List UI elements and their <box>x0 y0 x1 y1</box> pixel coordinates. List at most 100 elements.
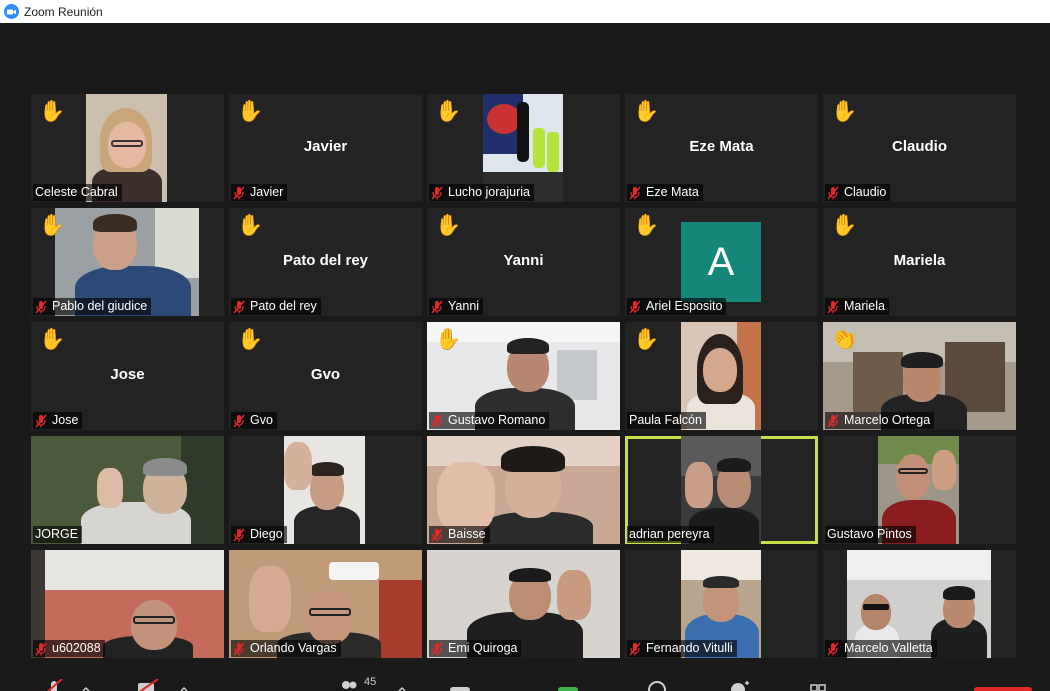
end-meeting-button[interactable] <box>974 679 1032 691</box>
mic-muted-icon <box>35 642 47 655</box>
participant-name: Emi Quiroga <box>448 641 518 655</box>
participant-name-label: Pato del rey <box>231 298 321 315</box>
participant-tile-gustavo-pintos[interactable]: Gustavo Pintos <box>823 436 1016 544</box>
participant-name: Pablo del giudice <box>52 299 148 313</box>
participant-name-label: Paula Falcón <box>627 412 706 429</box>
participant-tile-diego[interactable]: Diego <box>229 436 422 544</box>
participant-name-label: Orlando Vargas <box>231 640 341 657</box>
participant-name-label: Gustavo Romano <box>429 412 550 429</box>
apps-icon[interactable] <box>808 679 828 691</box>
participant-tile-eze-mata[interactable]: Eze Mata ✋ Eze Mata <box>625 94 818 202</box>
participant-tile-celeste-cabral[interactable]: ✋ Celeste Cabral <box>31 94 224 202</box>
raised-hand-icon: ✋ <box>633 100 660 123</box>
mic-muted-icon <box>233 186 245 199</box>
participants-count: 45 <box>364 676 377 688</box>
stop-video-icon[interactable] <box>134 679 162 691</box>
mic-muted-icon <box>827 300 839 313</box>
participant-name: Gvo <box>250 413 273 427</box>
participant-tile-ariel-esposito[interactable]: A ✋ Ariel Esposito <box>625 208 818 316</box>
participant-name-label: Claudio <box>825 184 891 201</box>
reactions-icon[interactable] <box>728 679 752 691</box>
participant-tile-marcelo-valletta[interactable]: Marcelo Valletta <box>823 550 1016 658</box>
participant-tile-lucho-jorajuria[interactable]: ✋ Lucho jorajuria <box>427 94 620 202</box>
chevron-up-icon[interactable] <box>398 679 406 691</box>
participant-name-label: Jose <box>33 412 83 429</box>
participant-tile-mariela[interactable]: Mariela ✋ Mariela <box>823 208 1016 316</box>
participant-name: Marcelo Ortega <box>844 413 931 427</box>
participant-name: Eze Mata <box>646 185 699 199</box>
raised-hand-icon: ✋ <box>435 100 462 123</box>
participant-name-label: Javier <box>231 184 288 201</box>
participant-name: Claudio <box>844 185 887 199</box>
participant-tile-emi-quiroga[interactable]: Emi Quiroga <box>427 550 620 658</box>
participant-display-name: Claudio <box>892 138 947 155</box>
mic-muted-icon <box>233 642 245 655</box>
window-title: Zoom Reunión <box>24 4 103 19</box>
participant-tile-claudio[interactable]: Claudio ✋ Claudio <box>823 94 1016 202</box>
mic-muted-icon <box>431 300 443 313</box>
participants-icon[interactable] <box>338 679 360 691</box>
clap-icon: 👏 <box>831 328 858 351</box>
participant-tile-jose[interactable]: Jose ✋ Jose <box>31 322 224 430</box>
mic-muted-icon <box>629 186 641 199</box>
participant-display-name: Javier <box>303 138 348 155</box>
participant-tile-adrian-pereyra-active-speaker[interactable]: adrian pereyra <box>625 436 818 544</box>
participant-name: Baisse <box>448 527 486 541</box>
participant-name-label: Gustavo Pintos <box>825 526 916 543</box>
participant-tile-pablo-del-giudice[interactable]: ✋ Pablo del giudice <box>31 208 224 316</box>
participant-tile-marcelo-ortega[interactable]: 👏 Marcelo Ortega <box>823 322 1016 430</box>
participant-tile-yanni[interactable]: Yanni ✋ Yanni <box>427 208 620 316</box>
participant-tile-pato-del-rey[interactable]: Pato del rey ✋ Pato del rey <box>229 208 422 316</box>
mic-muted-icon <box>629 300 641 313</box>
participant-name-label: Mariela <box>825 298 889 315</box>
mic-muted-icon <box>233 300 245 313</box>
participant-tile-jorge[interactable]: JORGE <box>31 436 224 544</box>
mic-muted-icon <box>233 414 245 427</box>
raised-hand-icon: ✋ <box>633 328 660 351</box>
record-icon[interactable] <box>646 679 668 691</box>
mic-muted-icon <box>35 414 47 427</box>
participant-tile-orlando-vargas[interactable]: Orlando Vargas <box>229 550 422 658</box>
participant-tile-fernando-vitulli[interactable]: Fernando Vitulli <box>625 550 818 658</box>
participant-name: JORGE <box>35 527 79 541</box>
mic-muted-icon <box>827 414 839 427</box>
raised-hand-icon: ✋ <box>237 328 264 351</box>
participant-name-label: Celeste Cabral <box>33 184 122 201</box>
chevron-up-icon[interactable] <box>180 679 188 691</box>
participant-display-name: Yanni <box>503 252 544 269</box>
raised-hand-icon: ✋ <box>237 214 264 237</box>
participant-name-label: Ariel Esposito <box>627 298 727 315</box>
participant-tile-gustavo-romano[interactable]: ✋ Gustavo Romano <box>427 322 620 430</box>
participant-display-name: Mariela <box>893 252 946 269</box>
participant-name-label: u602088 <box>33 640 105 657</box>
participant-name: Celeste Cabral <box>35 185 118 199</box>
participant-tile-javier[interactable]: Javier ✋ Javier <box>229 94 422 202</box>
mic-muted-icon <box>431 186 443 199</box>
participant-name-label: Eze Mata <box>627 184 703 201</box>
participant-name: Ariel Esposito <box>646 299 723 313</box>
participant-tile-u602088[interactable]: u602088 <box>31 550 224 658</box>
participant-name-label: Fernando Vitulli <box>627 640 737 657</box>
raised-hand-icon: ✋ <box>39 328 66 351</box>
participant-tile-paula-falcon[interactable]: ✋ Paula Falcón <box>625 322 818 430</box>
participant-name: Lucho jorajuria <box>448 185 530 199</box>
chat-icon[interactable] <box>448 679 580 691</box>
mic-muted-icon <box>431 414 443 427</box>
participant-name: Fernando Vitulli <box>646 641 733 655</box>
participant-name: Yanni <box>448 299 480 313</box>
participant-name-label: Marcelo Ortega <box>825 412 935 429</box>
participant-name-label: JORGE <box>33 526 83 543</box>
participant-name-label: adrian pereyra <box>627 526 714 543</box>
raised-hand-icon: ✋ <box>435 328 462 351</box>
participant-name-label: Lucho jorajuria <box>429 184 534 201</box>
mic-muted-icon <box>827 642 839 655</box>
mic-muted-icon <box>233 528 245 541</box>
participant-tile-gvo[interactable]: Gvo ✋ Gvo <box>229 322 422 430</box>
mute-microphone-icon[interactable] <box>44 679 64 691</box>
participant-tile-baisse[interactable]: Baisse <box>427 436 620 544</box>
chevron-up-icon[interactable] <box>82 679 90 691</box>
participant-name: Gustavo Romano <box>448 413 546 427</box>
participant-name: Jose <box>52 413 79 427</box>
participant-name: Diego <box>250 527 283 541</box>
raised-hand-icon: ✋ <box>831 100 858 123</box>
